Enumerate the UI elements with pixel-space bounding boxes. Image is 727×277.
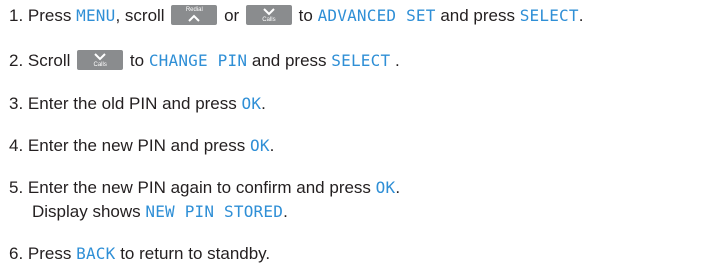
step-text: . xyxy=(283,202,288,221)
step-text: . xyxy=(261,94,266,113)
key-label: Calls xyxy=(262,17,276,24)
key-label: Calls xyxy=(93,62,107,69)
step-text: Enter the new PIN and press xyxy=(27,136,246,155)
ok-display-text: OK xyxy=(375,178,396,197)
instruction-list: 1. Press MENU, scroll Redial or Calls to… xyxy=(0,0,727,277)
step-2: 2. Scroll Calls to CHANGE PIN and press … xyxy=(9,50,400,71)
step-text: and press xyxy=(440,6,515,25)
ok-display-text: OK xyxy=(241,94,262,113)
down-arrow-icon xyxy=(94,53,106,61)
step-text: Press xyxy=(27,6,72,25)
key-label: Redial xyxy=(185,7,203,14)
step-5: 5. Enter the new PIN again to confirm an… xyxy=(9,178,400,198)
step-1: 1. Press MENU, scroll Redial or Calls to… xyxy=(9,5,584,26)
advanced-set-display-text: ADVANCED SET xyxy=(317,6,436,25)
back-display-text: BACK xyxy=(76,244,116,263)
step-text: . xyxy=(578,6,584,25)
step-number: 5. xyxy=(9,178,24,197)
step-text: Press xyxy=(27,244,72,263)
step-text: to xyxy=(298,6,313,25)
step-4: 4. Enter the new PIN and press OK. xyxy=(9,136,274,156)
redial-up-key: Redial xyxy=(171,5,218,26)
step-text: or xyxy=(224,6,240,25)
step-number: 2. xyxy=(9,51,24,70)
step-text: to return to standby. xyxy=(120,244,271,263)
step-text: Display shows xyxy=(32,202,141,221)
step-number: 1. xyxy=(9,6,24,25)
select-display-text: SELECT xyxy=(331,51,391,70)
step-5-continuation: Display shows NEW PIN STORED. xyxy=(32,202,288,222)
up-arrow-icon xyxy=(188,14,201,22)
select-display-text: SELECT xyxy=(519,6,579,25)
menu-display-text: MENU xyxy=(76,6,116,25)
step-text: Enter the new PIN again to confirm and p… xyxy=(27,178,371,197)
step-6: 6. Press BACK to return to standby. xyxy=(9,244,270,264)
step-text: Enter the old PIN and press xyxy=(27,94,237,113)
change-pin-display-text: CHANGE PIN xyxy=(148,51,248,70)
calls-down-key: Calls xyxy=(245,5,292,26)
step-text: and press xyxy=(251,51,327,70)
step-3: 3. Enter the old PIN and press OK. xyxy=(9,94,266,114)
new-pin-stored-display-text: NEW PIN STORED xyxy=(145,202,284,221)
step-number: 3. xyxy=(9,94,24,113)
ok-display-text: OK xyxy=(250,136,270,155)
step-text: . xyxy=(269,136,275,155)
step-text: , scroll xyxy=(115,6,165,25)
step-number: 4. xyxy=(9,136,24,155)
calls-down-key: Calls xyxy=(77,50,124,71)
step-text: to xyxy=(129,51,145,70)
step-number: 6. xyxy=(9,244,24,263)
step-text: . xyxy=(395,178,401,197)
down-arrow-icon xyxy=(263,8,275,16)
step-text: Scroll xyxy=(27,51,71,70)
step-text: . xyxy=(390,51,400,70)
